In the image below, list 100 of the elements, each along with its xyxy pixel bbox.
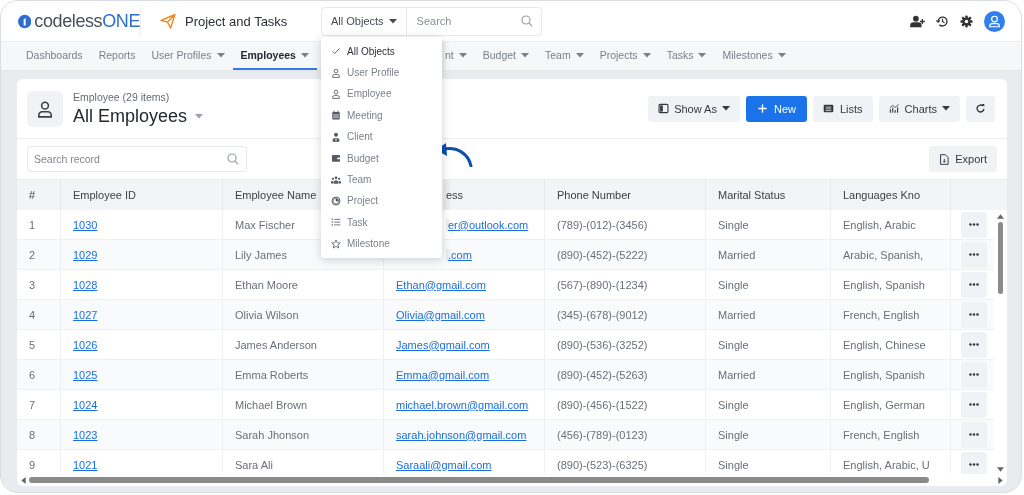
paper-plane-icon (160, 13, 176, 29)
email-link[interactable]: michael.brown@gmail.com (396, 398, 529, 411)
email-link[interactable]: Saraali@gmail.com (396, 458, 492, 471)
more-icon (968, 343, 979, 346)
email-link[interactable]: Ethan@gmail.com (396, 278, 487, 291)
nav-tab[interactable]: Budget (474, 42, 537, 70)
scope-dropdown[interactable]: All Objects (321, 6, 407, 36)
record-search-field[interactable]: Search record (27, 146, 247, 172)
table-cell: Married (706, 300, 831, 330)
search-field[interactable]: Search (406, 6, 542, 36)
refresh-button[interactable] (966, 95, 995, 122)
more-icon (968, 403, 979, 406)
logo-text: codelessONE (34, 10, 140, 32)
table-cell: (456)-(789)-(0123) (545, 420, 706, 450)
star-icon (331, 238, 341, 249)
record-link[interactable]: 1025 (73, 368, 98, 381)
row-menu-button[interactable] (960, 361, 987, 388)
lists-button[interactable]: Lists (812, 95, 873, 122)
table-cell: French, English (831, 420, 951, 450)
table-cell: Olivia Wilson (223, 300, 384, 330)
row-menu-button[interactable] (960, 301, 987, 328)
up-arrow-icon (997, 214, 1004, 219)
app-title: Project and Tasks (185, 13, 288, 29)
column-header: Marital Status (706, 180, 831, 210)
nav-tab[interactable]: Team (537, 42, 592, 70)
avatar-icon (984, 10, 1005, 32)
caret-icon (942, 106, 950, 111)
table-cell: 6 (17, 360, 61, 390)
row-menu-button[interactable] (960, 271, 987, 298)
row-menu-button[interactable] (960, 331, 987, 358)
record-link[interactable]: 1024 (73, 398, 98, 411)
more-icon (968, 463, 979, 466)
user-icon (331, 131, 341, 142)
email-link[interactable]: James@gmail.com (396, 338, 490, 351)
table-cell: Arabic, Spanish, (831, 240, 951, 270)
menu-item[interactable]: Employee (321, 83, 442, 105)
right-arrow-icon (998, 476, 1003, 484)
caret-icon (300, 52, 309, 58)
nav-tab[interactable]: Milestones (714, 42, 794, 70)
search-icon (227, 153, 239, 165)
row-menu-button[interactable] (960, 241, 987, 268)
dropdown-button[interactable]: Charts (878, 95, 960, 122)
caret-icon (698, 52, 707, 58)
column-header: Phone Number (545, 180, 706, 210)
user-icon (331, 67, 341, 78)
menu-item[interactable]: Meeting (321, 104, 442, 127)
table-cell: (345)-(678)-(9012) (545, 300, 706, 330)
caret-icon (195, 113, 204, 119)
search-icon (521, 14, 533, 27)
more-icon (968, 253, 979, 256)
dropdown-button[interactable]: Show As (648, 95, 740, 122)
record-link[interactable]: 1030 (73, 218, 98, 231)
column-header: # (17, 180, 61, 210)
left-arrow-icon (21, 476, 26, 484)
row-menu-button[interactable] (960, 421, 987, 448)
export-button[interactable]: Export (929, 146, 997, 172)
nav-tab[interactable]: User Profiles (143, 42, 233, 70)
down-arrow-icon (997, 467, 1004, 472)
nav-tab[interactable]: Tasks (658, 42, 715, 70)
record-link[interactable]: 1023 (73, 428, 98, 441)
email-link[interactable]: .com (446, 248, 472, 261)
history-icon (936, 14, 949, 28)
email-link[interactable]: er@outlook.com (446, 218, 529, 231)
table-cell: French, English (831, 300, 951, 330)
record-link[interactable]: 1028 (73, 278, 98, 291)
calendar-icon (331, 110, 341, 121)
refresh-icon (975, 103, 986, 114)
table-cell: Married (706, 240, 831, 270)
menu-item[interactable]: Budget (321, 147, 442, 169)
nav-tab[interactable]: Dashboards (18, 42, 91, 70)
caret-icon (216, 52, 225, 58)
row-menu-button[interactable] (960, 391, 987, 418)
nav-tab[interactable]: Reports (90, 42, 144, 70)
record-link[interactable]: 1021 (73, 458, 98, 471)
menu-item[interactable]: Client (321, 126, 442, 148)
table-cell: English, Spanish (831, 360, 951, 390)
record-link[interactable]: 1027 (73, 308, 98, 321)
table-cell: 8 (17, 420, 61, 450)
record-link[interactable]: 1026 (73, 338, 98, 351)
user-icon (331, 88, 341, 99)
nav-tab[interactable]: Employees (232, 42, 317, 70)
caret-icon (777, 52, 786, 58)
nav-tab[interactable]: Projects (591, 42, 659, 70)
caret-icon (642, 52, 651, 58)
user-icon (36, 99, 54, 118)
view-title[interactable]: All Employees (73, 105, 188, 127)
row-menu-button[interactable] (960, 451, 987, 474)
pie-chart-icon (331, 195, 341, 206)
more-icon (968, 283, 979, 286)
list-icon (822, 103, 834, 114)
add-user-icon (910, 14, 925, 28)
wallet-icon (331, 153, 341, 164)
record-link[interactable]: 1029 (73, 248, 98, 261)
caret-icon (575, 52, 584, 58)
caret-icon (721, 106, 730, 111)
column-header: Languages Kno (831, 180, 951, 210)
new-button[interactable]: New (745, 95, 807, 122)
caret-icon (388, 18, 397, 24)
row-menu-button[interactable] (960, 211, 987, 238)
more-icon (968, 433, 979, 436)
